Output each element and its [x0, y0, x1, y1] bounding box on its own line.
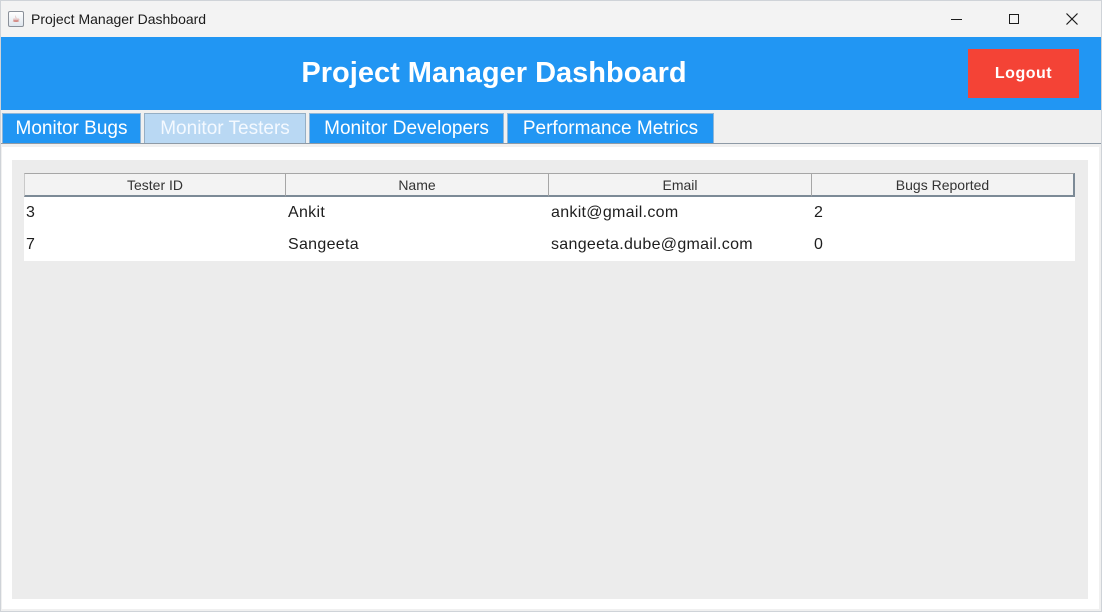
- tab-strip: Monitor Bugs Monitor Testers Monitor Dev…: [1, 110, 1101, 144]
- tab-divider: [1, 143, 1101, 144]
- table-header: Tester ID Name Email Bugs Reported: [24, 173, 1075, 197]
- close-icon: [1066, 13, 1078, 25]
- logout-button[interactable]: Logout: [968, 49, 1079, 98]
- maximize-button[interactable]: [985, 1, 1043, 37]
- cell-email[interactable]: ankit@gmail.com: [549, 197, 812, 229]
- cell-name[interactable]: Sangeeta: [286, 229, 549, 261]
- cell-bugs-reported[interactable]: 0: [812, 229, 1075, 261]
- page-title: Project Manager Dashboard: [301, 57, 687, 89]
- window-title: Project Manager Dashboard: [31, 11, 207, 27]
- minimize-icon: [950, 18, 962, 20]
- table-body: 3 Ankit ankit@gmail.com 2 7 Sangeeta san…: [24, 197, 1075, 261]
- testers-table[interactable]: Tester ID Name Email Bugs Reported 3 Ank…: [24, 173, 1075, 261]
- java-cup-icon: ☕: [8, 11, 24, 27]
- cell-bugs-reported[interactable]: 2: [812, 197, 1075, 229]
- app-window: ☕ Project Manager Dashboard Project Mana…: [0, 0, 1102, 612]
- column-header-bugs-reported[interactable]: Bugs Reported: [812, 173, 1075, 197]
- tab-monitor-bugs[interactable]: Monitor Bugs: [2, 113, 141, 144]
- table-row[interactable]: 3 Ankit ankit@gmail.com 2: [24, 197, 1075, 229]
- title-bar[interactable]: ☕ Project Manager Dashboard: [1, 1, 1101, 37]
- minimize-button[interactable]: [927, 1, 985, 37]
- table-row[interactable]: 7 Sangeeta sangeeta.dube@gmail.com 0: [24, 229, 1075, 261]
- column-header-email[interactable]: Email: [549, 173, 812, 197]
- tab-performance-metrics[interactable]: Performance Metrics: [507, 113, 714, 144]
- close-button[interactable]: [1043, 1, 1101, 37]
- cell-email[interactable]: sangeeta.dube@gmail.com: [549, 229, 812, 261]
- tab-monitor-developers[interactable]: Monitor Developers: [309, 113, 504, 144]
- cell-tester-id[interactable]: 3: [24, 197, 286, 229]
- testers-panel: Tester ID Name Email Bugs Reported 3 Ank…: [12, 160, 1088, 599]
- tab-monitor-testers[interactable]: Monitor Testers: [144, 113, 306, 144]
- tab-content: Tester ID Name Email Bugs Reported 3 Ank…: [2, 147, 1099, 609]
- cell-tester-id[interactable]: 7: [24, 229, 286, 261]
- cell-name[interactable]: Ankit: [286, 197, 549, 229]
- column-header-name[interactable]: Name: [286, 173, 549, 197]
- dashboard-header: Project Manager Dashboard Logout: [1, 37, 1101, 110]
- maximize-icon: [1009, 14, 1019, 24]
- window-controls: [927, 1, 1101, 37]
- column-header-tester-id[interactable]: Tester ID: [24, 173, 286, 197]
